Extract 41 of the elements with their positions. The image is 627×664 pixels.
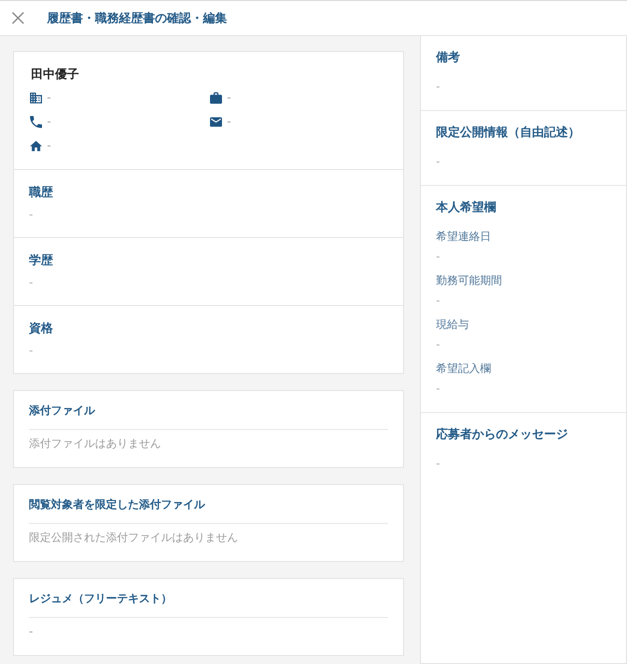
- card-title: 閲覧対象者を限定した添付ファイル: [29, 497, 206, 513]
- section-heading: 限定公開情報（自由記述）: [436, 124, 581, 140]
- applicant-name: 田中優子: [31, 66, 80, 83]
- section-heading: 備考: [436, 49, 461, 65]
- field-value: -: [436, 337, 441, 353]
- field-value: -: [436, 381, 441, 397]
- contact-value: -: [227, 114, 231, 130]
- briefcase-icon: [210, 92, 222, 104]
- section-value: -: [436, 456, 441, 472]
- section-value: -: [436, 154, 441, 170]
- section-value: -: [29, 275, 34, 291]
- contact-value: -: [47, 90, 51, 106]
- section-value: -: [29, 207, 34, 223]
- empty-message: -: [29, 624, 34, 640]
- section-heading: 職歴: [29, 184, 54, 200]
- section-heading: 資格: [29, 320, 54, 336]
- close-button[interactable]: [12, 12, 24, 24]
- contact-value: -: [227, 90, 231, 106]
- contact-value: -: [47, 114, 51, 130]
- field-label: 希望記入欄: [436, 361, 492, 377]
- contact-value: -: [47, 138, 51, 154]
- field-label: 現給与: [436, 317, 470, 333]
- header-title: 履歴書・職務経歴書の確認・編集: [47, 10, 227, 26]
- close-icon: [12, 12, 24, 24]
- field-label: 勤務可能期間: [436, 273, 503, 289]
- field-label: 希望連絡日: [436, 229, 492, 245]
- phone-icon: [30, 116, 42, 128]
- section-heading: 応募者からのメッセージ: [436, 426, 569, 442]
- section-value: -: [29, 343, 34, 359]
- section-value: -: [436, 79, 441, 95]
- building-icon: [30, 92, 42, 104]
- mail-icon: [210, 116, 222, 128]
- field-value: -: [436, 293, 441, 309]
- field-value: -: [436, 249, 441, 265]
- empty-message: 添付ファイルはありません: [29, 436, 162, 452]
- section-heading: 本人希望欄: [436, 199, 497, 215]
- card-title: 添付ファイル: [29, 403, 96, 419]
- home-icon: [30, 140, 42, 152]
- section-heading: 学歴: [29, 252, 54, 268]
- empty-message: 限定公開された添付ファイルはありません: [29, 530, 239, 546]
- card-title: レジュメ（フリーテキスト）: [29, 591, 173, 607]
